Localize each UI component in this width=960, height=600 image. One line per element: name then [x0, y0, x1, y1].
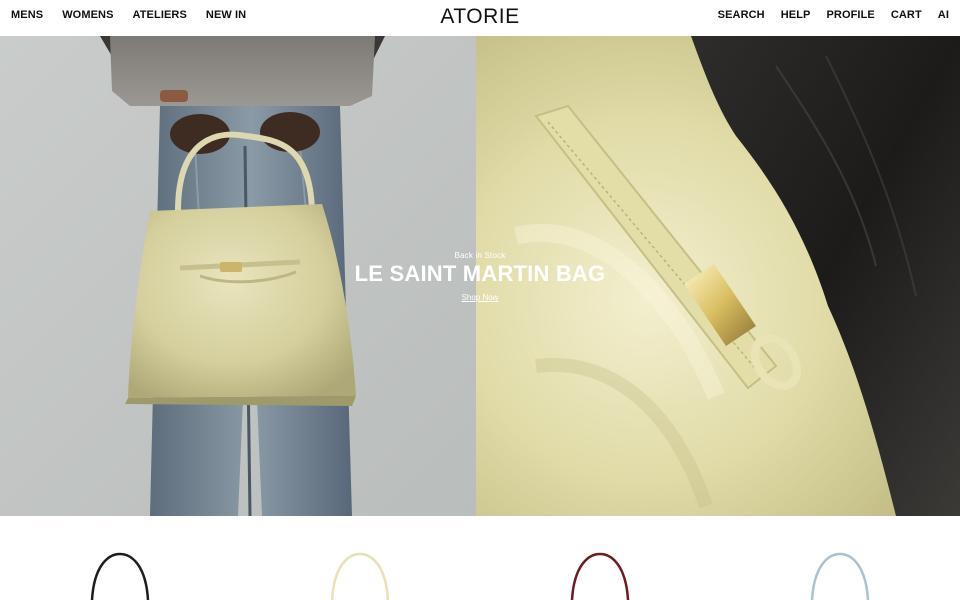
hero-headline: LE SAINT MARTIN BAG	[354, 261, 606, 286]
shop-now-link[interactable]: Shop Now	[462, 293, 499, 302]
utility-nav: SEARCH HELP PROFILE CART AI	[718, 9, 949, 21]
nav-help[interactable]: HELP	[781, 9, 811, 21]
product-card-black-bag[interactable]	[0, 516, 240, 600]
bag-handle-icon	[570, 552, 630, 600]
nav-ai[interactable]: AI	[938, 9, 949, 21]
product-card-light-blue-bag[interactable]	[720, 516, 960, 600]
site-header: MENS WOMENS ATELIERS NEW IN ATORIE SEARC…	[0, 0, 960, 36]
nav-search[interactable]: SEARCH	[718, 9, 765, 21]
nav-profile[interactable]: PROFILE	[826, 9, 874, 21]
hero-caption: Back in Stock LE SAINT MARTIN BAG Shop N…	[0, 251, 960, 305]
bag-handle-icon	[810, 552, 870, 600]
nav-cart[interactable]: CART	[891, 9, 922, 21]
product-strip	[0, 516, 960, 600]
bag-handle-icon	[330, 552, 390, 600]
product-card-burgundy-bag[interactable]	[480, 516, 720, 600]
bag-handle-icon	[90, 552, 150, 600]
product-card-butter-bag[interactable]	[240, 516, 480, 600]
hero-banner[interactable]: Back in Stock LE SAINT MARTIN BAG Shop N…	[0, 36, 960, 516]
hero-kicker: Back in Stock	[454, 251, 506, 260]
